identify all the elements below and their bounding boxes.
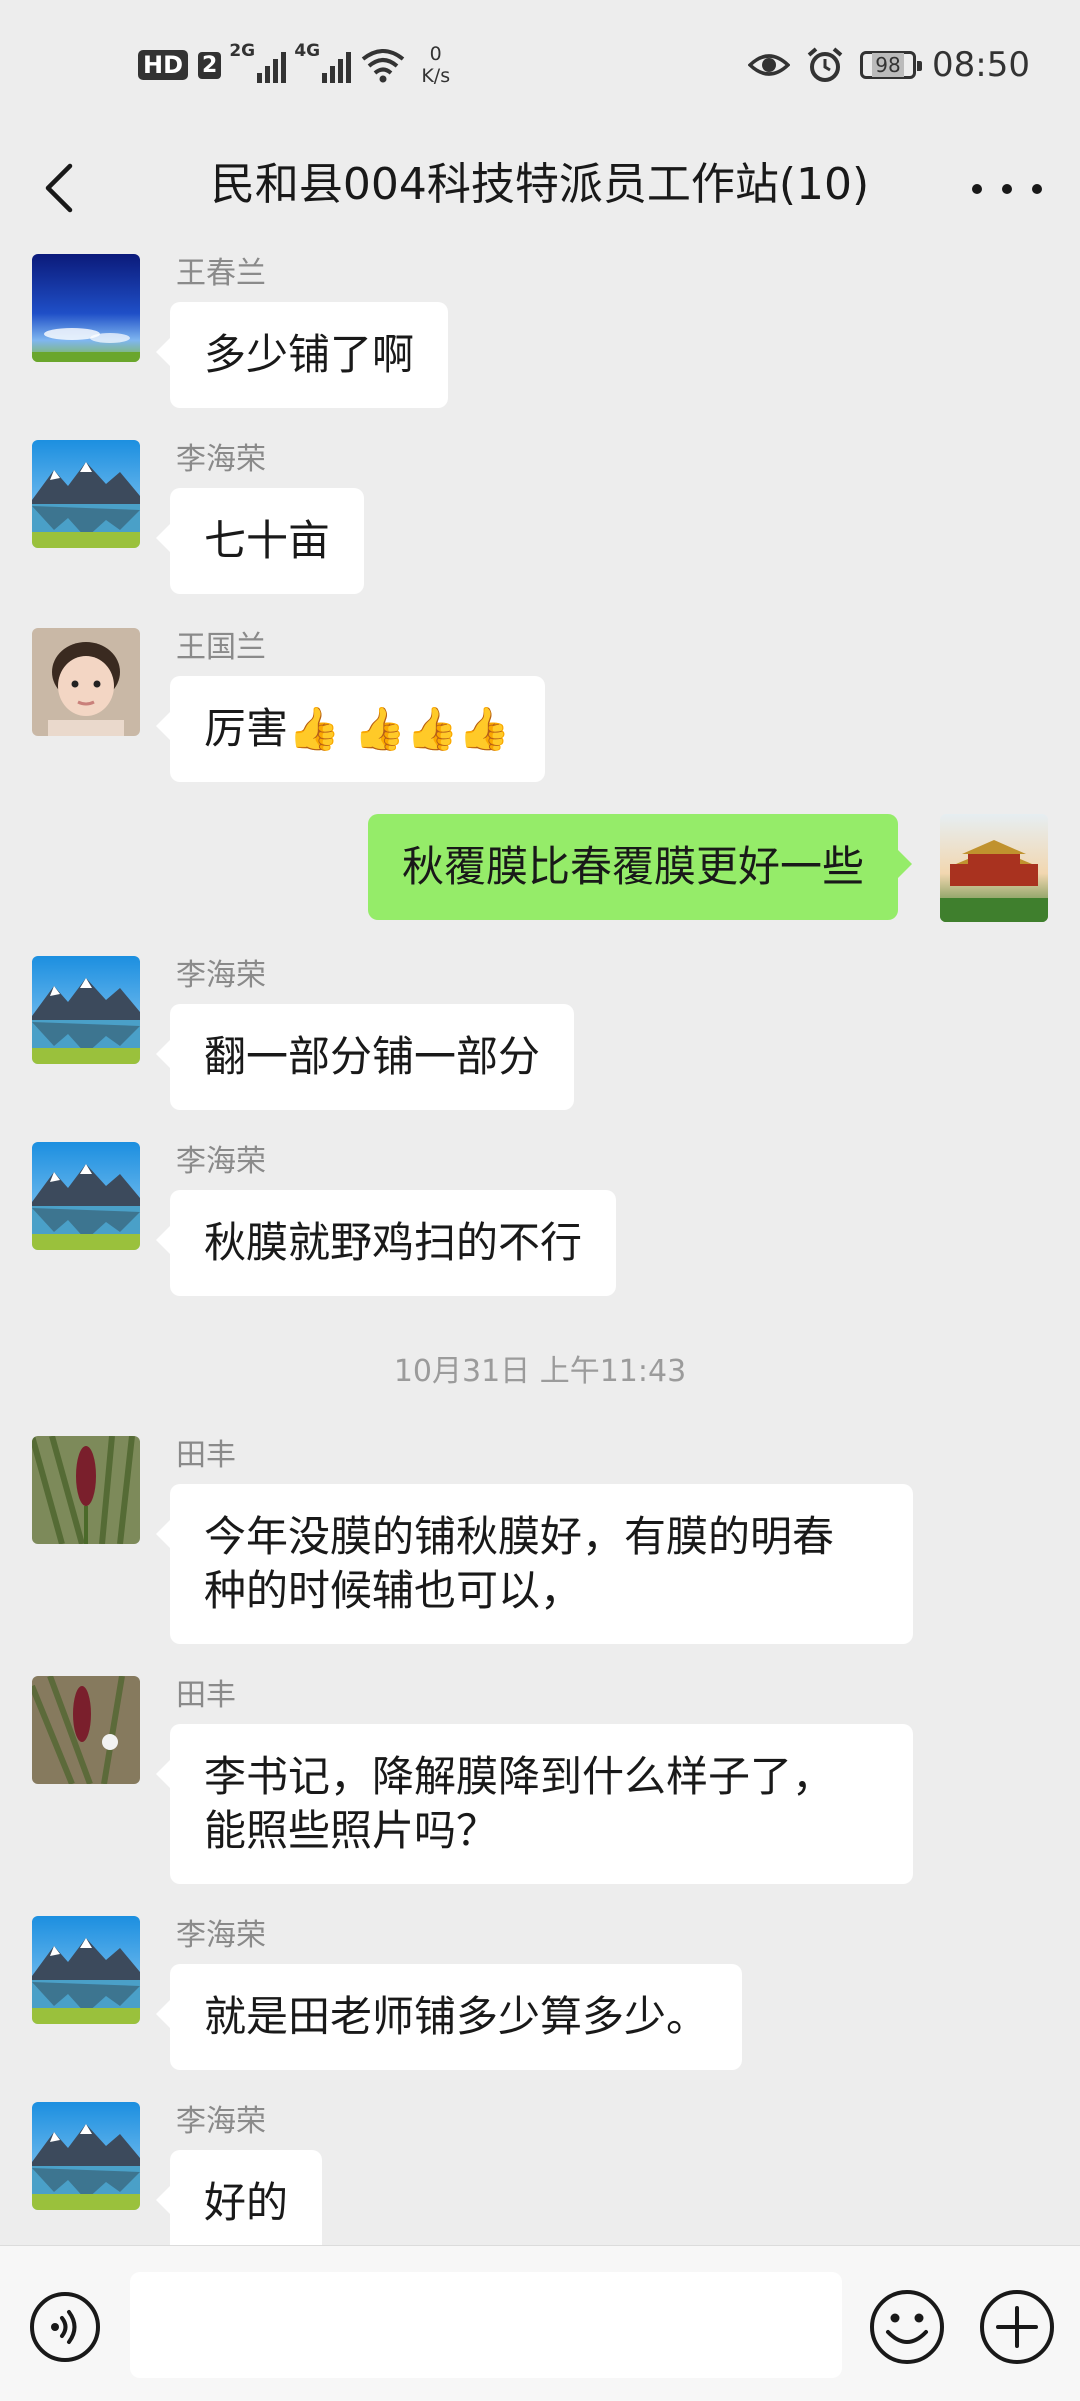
avatar-plant[interactable]	[32, 1436, 140, 1544]
message-bubble[interactable]: 就是田老师铺多少算多少。	[155, 1964, 743, 2070]
battery-level: 98	[872, 53, 904, 77]
avatar-mountain-lake[interactable]	[32, 956, 140, 1064]
back-icon[interactable]	[32, 158, 92, 218]
chat-title: 民和县004科技特派员工作站(10)	[210, 159, 870, 210]
message-text: 七十亩	[204, 516, 331, 565]
message-bubble[interactable]: 今年没膜的铺秋膜好，有膜的明春 种的时候辅也可以，	[156, 1484, 913, 1644]
network-speed-unit: K/s	[421, 65, 451, 87]
sender-name: 田丰	[176, 1678, 236, 1713]
eye-icon	[748, 54, 791, 76]
message-text: 翻一部分铺一部分	[204, 1032, 541, 1081]
avatar-mountain-lake[interactable]	[32, 2102, 140, 2210]
avatar-self[interactable]	[940, 814, 1048, 922]
status-left: HD 2 2G 4G 0 K/s	[138, 40, 450, 90]
sender-name: 王国兰	[176, 630, 266, 665]
message-text-line: 能照些照片吗？	[204, 1806, 499, 1855]
message-bubble[interactable]: 翻一部分铺一部分	[155, 1004, 575, 1110]
message-text: 秋膜就野鸡扫的不行	[204, 1218, 583, 1267]
sender-name: 王春兰	[176, 256, 266, 291]
alarm-icon	[807, 47, 843, 82]
message-text-line: 今年没膜的铺秋膜好，有膜的明春	[204, 1512, 835, 1561]
avatar-mountain-lake[interactable]	[32, 1916, 140, 2024]
emoji-icon[interactable]	[868, 2288, 946, 2366]
battery-icon: 98	[860, 51, 923, 79]
wifi-icon	[362, 49, 405, 83]
sender-name: 李海荣	[176, 2104, 266, 2139]
sender-name: 李海荣	[176, 442, 266, 477]
message-bubble[interactable]: 李书记，降解膜降到什么样子了， 能照些照片吗？	[156, 1724, 913, 1884]
message-text: 就是田老师铺多少算多少。	[204, 1992, 709, 2041]
message-bubble[interactable]: 七十亩	[155, 488, 365, 594]
message-bubble-self[interactable]: 秋覆膜比春覆膜更好一些	[367, 814, 913, 920]
plus-icon[interactable]	[978, 2288, 1056, 2366]
sim-badge: 2	[198, 51, 222, 79]
avatar-plant[interactable]	[32, 1676, 140, 1784]
status-bar: HD 2 2G 4G 0 K/s 98 08:50	[0, 0, 1080, 130]
sender-name: 李海荣	[176, 958, 266, 993]
avatar-mountain-lake[interactable]	[32, 1142, 140, 1250]
status-time: 08:50	[932, 45, 1030, 85]
input-bar	[0, 2245, 1080, 2401]
avatar-mountain-lake[interactable]	[32, 440, 140, 548]
network-speed-value: 0	[429, 43, 442, 65]
sender-name: 李海荣	[176, 1144, 266, 1179]
status-right: 98 08:50	[748, 40, 1030, 90]
sender-name: 田丰	[176, 1438, 236, 1473]
message-text: 好的	[204, 2178, 289, 2227]
avatar-child[interactable]	[32, 628, 140, 736]
thumbs-up-emoji: 👍 👍👍👍	[288, 704, 511, 753]
message-text: 多少铺了啊	[204, 330, 415, 379]
timestamp: 10月31日 上午11:43	[393, 1354, 687, 1389]
signal-2g-icon: 2G	[229, 41, 287, 83]
voice-icon[interactable]	[28, 2290, 102, 2364]
message-bubble[interactable]: 好的	[155, 2150, 323, 2245]
chat-header: 民和县004科技特派员工作站(10)	[0, 130, 1080, 240]
message-bubble[interactable]: 秋膜就野鸡扫的不行	[155, 1190, 617, 1296]
signal-4g-label: 4G	[294, 41, 321, 61]
message-input[interactable]	[130, 2272, 842, 2378]
message-list[interactable]: 王春兰 多少铺了啊 李海荣 七十亩 王国兰 厉害👍 👍👍👍 秋覆膜比春覆膜更好一…	[0, 240, 1080, 2245]
message-text: 厉害	[204, 704, 289, 753]
message-text: 秋覆膜比春覆膜更好一些	[401, 842, 864, 891]
message-text-line: 李书记，降解膜降到什么样子了，	[204, 1752, 835, 1801]
signal-2g-label: 2G	[229, 41, 256, 61]
sender-name: 李海荣	[176, 1918, 266, 1953]
message-bubble[interactable]: 多少铺了啊	[155, 302, 449, 408]
signal-4g-icon: 4G	[294, 41, 352, 83]
hd-badge: HD	[138, 50, 189, 80]
message-text-line: 种的时候辅也可以，	[204, 1566, 583, 1615]
more-icon[interactable]	[972, 164, 1042, 214]
message-bubble[interactable]: 厉害👍 👍👍👍	[156, 676, 545, 782]
network-speed: 0 K/s	[421, 43, 450, 87]
avatar-sky[interactable]	[32, 254, 140, 362]
